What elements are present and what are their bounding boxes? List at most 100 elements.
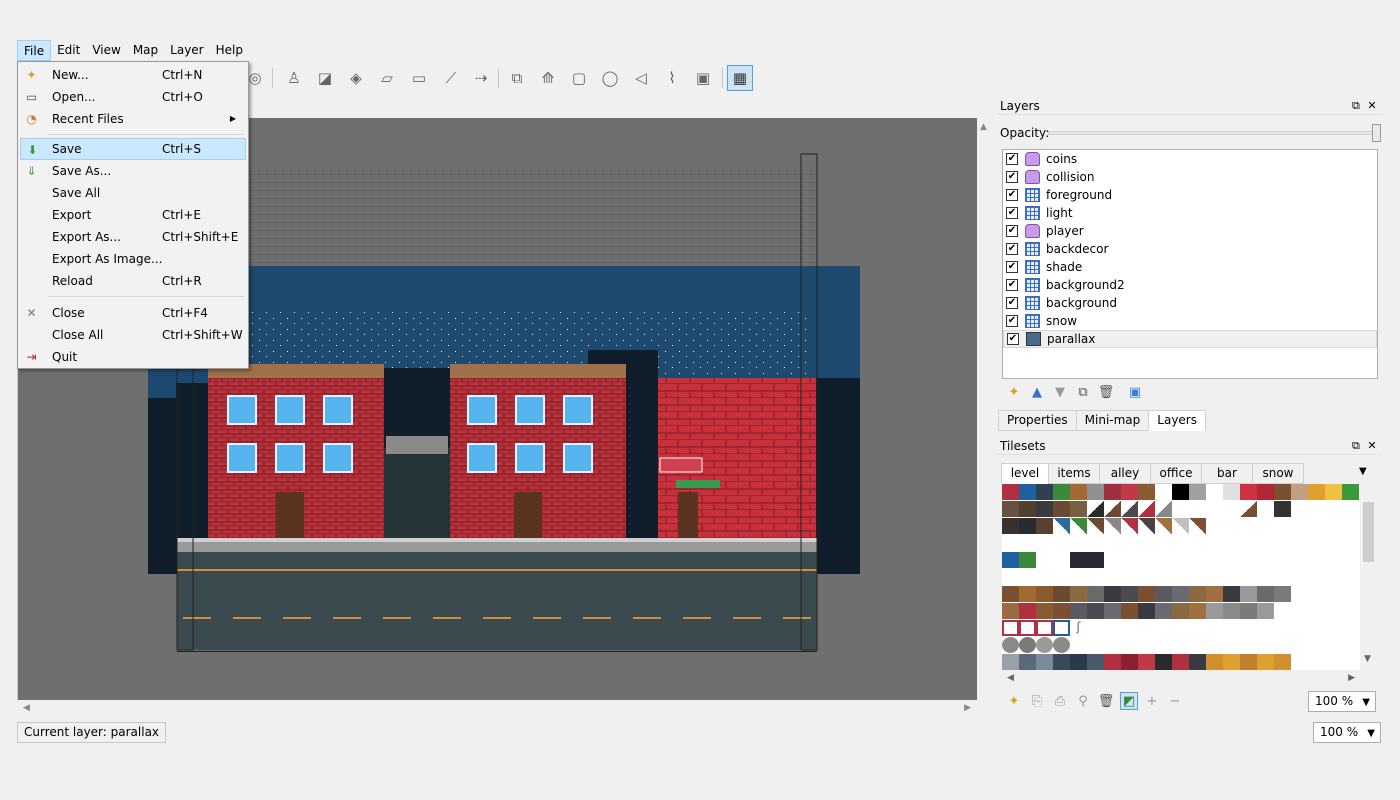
tileset-tab-office[interactable]: office [1150, 463, 1202, 484]
toggle-other-layers-icon[interactable]: ▣ [1126, 383, 1144, 401]
scroll-up-icon[interactable]: ▲ [980, 122, 987, 132]
visibility-checkbox[interactable]: ✔ [1006, 243, 1018, 255]
magic-wand-icon[interactable]: ⟋ [438, 65, 464, 91]
visibility-checkbox[interactable]: ✔ [1006, 315, 1018, 327]
terrain-brush-icon[interactable]: ◪ [312, 65, 338, 91]
menu-item-new[interactable]: ✦ New... Ctrl+N [20, 64, 246, 86]
edit-terrain-icon[interactable]: ◩ [1120, 692, 1138, 710]
menu-item-export-as[interactable]: Export As... Ctrl+Shift+E [20, 226, 246, 248]
float-icon[interactable]: ⧉ [1352, 99, 1360, 112]
tileset-tab-items[interactable]: items [1048, 463, 1100, 484]
close-icon[interactable]: ✕ [1367, 439, 1376, 452]
chevron-down-icon[interactable]: ▼ [1359, 466, 1367, 477]
tileset-vscroll[interactable]: ▼ [1360, 484, 1377, 670]
visibility-checkbox[interactable]: ✔ [1007, 333, 1019, 345]
visibility-checkbox[interactable]: ✔ [1006, 279, 1018, 291]
tileset-tab-bar[interactable]: bar [1201, 463, 1253, 484]
menu-help[interactable]: Help [210, 40, 249, 61]
layer-row-foreground[interactable]: ✔ foreground [1003, 186, 1377, 204]
select-same-tile-icon[interactable]: ⇢ [468, 65, 494, 91]
close-icon[interactable]: ✕ [1367, 99, 1376, 112]
delete-layer-icon[interactable]: 🗑 [1097, 383, 1115, 401]
menu-layer[interactable]: Layer [164, 40, 209, 61]
scroll-left-icon[interactable]: ◀ [23, 703, 30, 713]
menu-view[interactable]: View [86, 40, 126, 61]
new-tileset-icon[interactable]: ✦ [1005, 692, 1023, 710]
remove-tiles-icon[interactable]: − [1166, 692, 1184, 710]
layer-row-backdecor[interactable]: ✔ backdecor [1003, 240, 1377, 258]
layer-row-background2[interactable]: ✔ background2 [1003, 276, 1377, 294]
import-tileset-icon[interactable]: ⎘ [1028, 692, 1046, 710]
horizontal-scrollbar[interactable]: ◀ ▶ [17, 700, 977, 717]
tab-layers[interactable]: Layers [1148, 410, 1206, 431]
menu-item-save-as[interactable]: ⇓ Save As... [20, 160, 246, 182]
add-tiles-icon[interactable]: + [1143, 692, 1161, 710]
new-layer-icon[interactable]: ✦ [1005, 383, 1023, 401]
visibility-checkbox[interactable]: ✔ [1006, 153, 1018, 165]
menu-item-export[interactable]: Export Ctrl+E [20, 204, 246, 226]
menu-item-reload[interactable]: Reload Ctrl+R [20, 270, 246, 292]
float-icon[interactable]: ⧉ [1352, 439, 1360, 452]
layer-row-background[interactable]: ✔ background [1003, 294, 1377, 312]
map-zoom-combobox[interactable]: 100 % ▼ [1313, 722, 1381, 743]
tab-properties[interactable]: Properties [998, 410, 1077, 431]
select-objects-icon[interactable]: ⧉ [504, 65, 530, 91]
bucket-fill-icon[interactable]: ◈ [343, 65, 369, 91]
export-tileset-icon[interactable]: ⎙ [1051, 692, 1069, 710]
raise-layer-icon[interactable]: ▲ [1028, 383, 1046, 401]
tileset-tab-alley[interactable]: alley [1099, 463, 1151, 484]
layer-row-collision[interactable]: ✔ collision [1003, 168, 1377, 186]
tab-mini-map[interactable]: Mini-map [1075, 410, 1150, 431]
rect-select-icon[interactable]: ▭ [406, 65, 432, 91]
insert-rectangle-icon[interactable]: ▢ [566, 65, 592, 91]
insert-polygon-icon[interactable]: ◁ [628, 65, 654, 91]
menu-item-close[interactable]: ✕ Close Ctrl+F4 [20, 302, 246, 324]
layer-row-light[interactable]: ✔ light [1003, 204, 1377, 222]
menu-item-save[interactable]: ⬇ Save Ctrl+S [20, 138, 246, 160]
tileset-tab-level[interactable]: level [1001, 463, 1049, 484]
scroll-left-icon[interactable]: ◀ [1007, 673, 1014, 683]
scroll-thumb[interactable] [1363, 502, 1374, 562]
visibility-checkbox[interactable]: ✔ [1006, 297, 1018, 309]
insert-image-icon[interactable]: ▦ [727, 65, 753, 91]
scroll-right-icon[interactable]: ▶ [1348, 673, 1355, 683]
menu-edit[interactable]: Edit [51, 40, 86, 61]
visibility-checkbox[interactable]: ✔ [1006, 207, 1018, 219]
insert-tile-icon[interactable]: ▣ [690, 65, 716, 91]
duplicate-layer-icon[interactable]: ⧉ [1074, 383, 1092, 401]
tileset-grid[interactable]: ʃ [1002, 484, 1360, 670]
visibility-checkbox[interactable]: ✔ [1006, 225, 1018, 237]
lower-layer-icon[interactable]: ▼ [1051, 383, 1069, 401]
layer-row-coins[interactable]: ✔ coins [1003, 150, 1377, 168]
menu-item-quit[interactable]: ⇥ Quit [20, 346, 246, 368]
tileset-hscroll[interactable]: ◀ ▶ [1002, 670, 1360, 687]
visibility-checkbox[interactable]: ✔ [1006, 189, 1018, 201]
menu-file[interactable]: File [17, 40, 52, 61]
layer-row-shade[interactable]: ✔ shade [1003, 258, 1377, 276]
opacity-slider-handle[interactable] [1372, 124, 1381, 142]
layer-row-parallax[interactable]: ✔ parallax [1003, 330, 1377, 348]
stamp-brush-icon[interactable]: ♙ [281, 65, 307, 91]
menu-item-recent-files[interactable]: ◔ Recent Files ▶ [20, 108, 246, 130]
menu-map[interactable]: Map [127, 40, 164, 61]
insert-ellipse-icon[interactable]: ◯ [597, 65, 623, 91]
tileset-properties-icon[interactable]: ⚲ [1074, 692, 1092, 710]
tileset-tab-snow[interactable]: snow [1252, 463, 1304, 484]
tileset-zoom-combobox[interactable]: 100 % ▼ [1308, 691, 1376, 712]
layer-row-player[interactable]: ✔ player [1003, 222, 1377, 240]
remove-tileset-icon[interactable]: 🗑 [1097, 692, 1115, 710]
menu-item-export-as-image[interactable]: Export As Image... [20, 248, 246, 270]
scroll-down-icon[interactable]: ▼ [1364, 654, 1371, 664]
vertical-scrollbar[interactable]: ▲ [977, 118, 991, 700]
visibility-checkbox[interactable]: ✔ [1006, 171, 1018, 183]
opacity-slider[interactable] [1048, 124, 1381, 142]
menu-item-close-all[interactable]: Close All Ctrl+Shift+W [20, 324, 246, 346]
menu-item-save-all[interactable]: Save All [20, 182, 246, 204]
edit-polygons-icon[interactable]: ⟰ [535, 65, 561, 91]
visibility-checkbox[interactable]: ✔ [1006, 261, 1018, 273]
insert-polyline-icon[interactable]: ⌇ [659, 65, 685, 91]
scroll-right-icon[interactable]: ▶ [964, 703, 971, 713]
eraser-icon[interactable]: ▱ [374, 65, 400, 91]
layer-row-snow[interactable]: ✔ snow [1003, 312, 1377, 330]
menu-item-open[interactable]: ▭ Open... Ctrl+O [20, 86, 246, 108]
